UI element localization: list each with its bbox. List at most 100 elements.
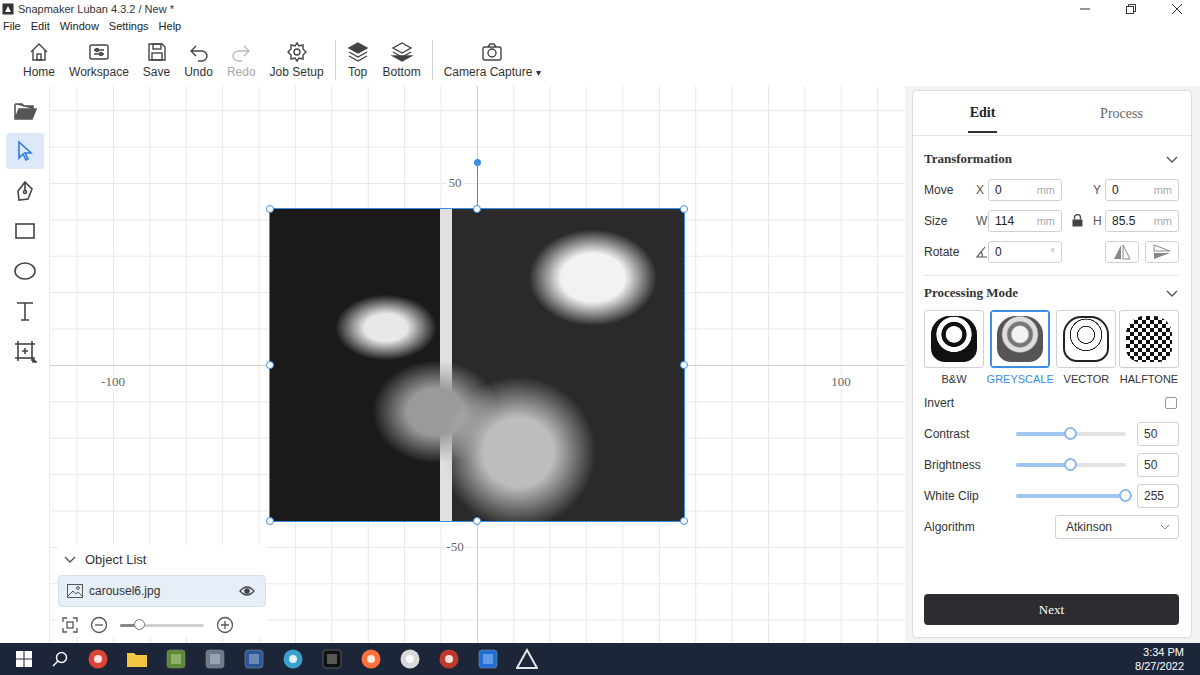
zoom-in-icon[interactable] [216, 616, 234, 634]
windows-start-icon[interactable] [16, 651, 32, 667]
panel-tab[interactable]: Edit [913, 91, 1052, 135]
row-label: Algorithm [924, 520, 975, 534]
resize-handle[interactable] [266, 517, 274, 525]
flip-horizontal-button[interactable] [1105, 241, 1139, 263]
number-field[interactable]: 0mm [1105, 179, 1179, 201]
taskbar-app[interactable] [429, 643, 468, 675]
resize-handle[interactable] [680, 361, 688, 369]
slider-value[interactable]: 50 [1137, 422, 1179, 446]
section-header[interactable]: Processing Mode [924, 278, 1179, 308]
chevron-icon[interactable] [1165, 152, 1179, 166]
taskbar-app[interactable] [117, 643, 156, 675]
row-label: Move [924, 183, 976, 197]
slider-value[interactable]: 50 [1137, 453, 1179, 477]
algorithm-select[interactable]: Atkinson [1055, 515, 1179, 539]
object-list-header[interactable]: Object List [58, 549, 266, 569]
taskbar-app[interactable] [156, 643, 195, 675]
slider[interactable] [1016, 494, 1126, 498]
tool-button[interactable] [6, 333, 44, 369]
zoom-out-icon[interactable] [90, 616, 108, 634]
object-list-item[interactable]: carousel6.jpg [58, 575, 266, 607]
tool-button[interactable] [6, 213, 44, 249]
resize-handle[interactable] [473, 205, 481, 213]
mode-option[interactable]: HALFTONE [1119, 310, 1179, 385]
toolbar-label: Home [23, 65, 55, 79]
taskbar-app[interactable] [468, 643, 507, 675]
toolbar-button[interactable]: Workspace [64, 41, 134, 79]
number-field[interactable]: 0mm [988, 179, 1062, 201]
toolbar-button[interactable]: Home [18, 41, 60, 79]
tool-button[interactable] [6, 293, 44, 329]
toolbar-button[interactable]: Top [342, 41, 374, 79]
object-list-title: Object List [85, 552, 146, 567]
eye-icon[interactable] [239, 585, 255, 597]
flip-vertical-button[interactable] [1145, 241, 1179, 263]
panel-tab[interactable]: Process [1052, 91, 1191, 135]
taskbar-app[interactable] [195, 643, 234, 675]
canvas[interactable]: 50-100100-50 Object List carousel6.jpg [50, 86, 905, 643]
resize-handle[interactable] [680, 517, 688, 525]
menu-item[interactable]: Window [59, 20, 100, 32]
toolbar-button[interactable]: Save [138, 41, 175, 79]
number-field[interactable]: 0° [988, 241, 1062, 263]
fit-view-icon[interactable] [62, 617, 78, 633]
section-header[interactable]: Transformation [924, 144, 1179, 174]
window-title: Snapmaker Luban 4.3.2 / New * [18, 3, 174, 15]
slider-value[interactable]: 255 [1137, 484, 1179, 508]
tool-button[interactable] [6, 173, 44, 209]
mode-option[interactable]: VECTOR [1056, 310, 1116, 385]
taskbar-app[interactable] [234, 643, 273, 675]
resize-handle[interactable] [266, 205, 274, 213]
app-window: Snapmaker Luban 4.3.2 / New * File Edit Wi… [0, 0, 1200, 675]
chevron-icon[interactable] [63, 552, 77, 566]
axis-label: W [976, 214, 988, 228]
resize-handle[interactable] [680, 205, 688, 213]
toolbar-button[interactable]: Camera Capture▾ [439, 41, 547, 79]
mode-option[interactable]: GREYSCALE [987, 310, 1054, 385]
toolbar-button[interactable]: Bottom [378, 41, 426, 79]
chevron-icon[interactable] [1165, 286, 1179, 300]
toolbar-button[interactable]: Redo [222, 41, 261, 79]
taskbar-app[interactable] [273, 643, 312, 675]
search-icon[interactable] [52, 651, 68, 667]
invert-checkbox[interactable] [1165, 397, 1177, 409]
slider-knob[interactable] [1064, 458, 1077, 471]
rotate-handle[interactable] [474, 159, 481, 166]
tool-button[interactable] [6, 93, 44, 129]
slider[interactable] [1016, 432, 1126, 436]
resize-handle[interactable] [473, 517, 481, 525]
app-icon [477, 648, 499, 670]
clock[interactable]: 3:34 PM 8/27/2022 [1135, 645, 1200, 673]
menu-item[interactable]: File [2, 20, 22, 32]
next-button[interactable]: Next [924, 594, 1179, 625]
taskbar-app[interactable] [351, 643, 390, 675]
image-object[interactable] [270, 209, 685, 520]
resize-handle[interactable] [266, 361, 274, 369]
mode-option[interactable]: B&W [924, 310, 984, 385]
toolbar-button[interactable]: Undo [179, 41, 218, 79]
close-button[interactable] [1154, 0, 1200, 18]
zoom-slider[interactable] [120, 624, 204, 627]
minimize-button[interactable] [1062, 0, 1108, 18]
slider-knob[interactable] [1119, 489, 1132, 502]
tool-button[interactable] [6, 133, 44, 169]
menu-item[interactable]: Help [158, 20, 183, 32]
camera-icon [481, 41, 503, 63]
menu-item[interactable]: Settings [108, 20, 150, 32]
taskbar-app[interactable] [507, 643, 546, 675]
menu-item[interactable]: Edit [30, 20, 51, 32]
lock-icon[interactable] [1072, 214, 1083, 227]
slider-knob[interactable] [1064, 427, 1077, 440]
taskbar-app[interactable] [390, 643, 429, 675]
restore-button[interactable] [1108, 0, 1154, 18]
text-icon [13, 299, 37, 323]
number-field[interactable]: 114mm [988, 210, 1062, 232]
zoom-knob[interactable] [134, 619, 145, 630]
taskbar-app[interactable] [312, 643, 351, 675]
toolbar-button[interactable]: Job Setup [265, 41, 329, 79]
taskbar-app[interactable] [78, 643, 117, 675]
slider[interactable] [1016, 463, 1126, 467]
tool-button[interactable] [6, 253, 44, 289]
save-icon [146, 41, 168, 63]
number-field[interactable]: 85.5mm [1105, 210, 1179, 232]
